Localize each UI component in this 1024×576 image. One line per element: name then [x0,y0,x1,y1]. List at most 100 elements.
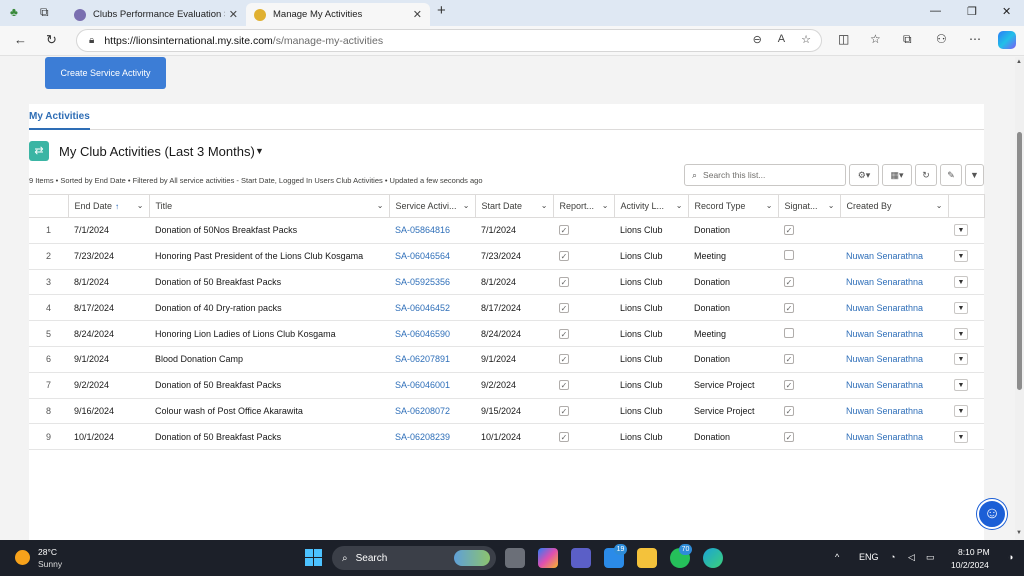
table-row[interactable]: 1 7/1/2024 Donation of 50Nos Breakfast Pac… [29,217,984,244]
teams-icon[interactable] [571,548,591,568]
create-service-activity-button[interactable]: Create Service Activity [45,57,166,89]
profile-icon[interactable]: ♣ [10,5,18,19]
address-bar[interactable]: 🔒︎ https://lionsinternational.my.site.co… [76,29,822,52]
scroll-up-icon[interactable]: ▲ [1016,59,1022,65]
sun-icon[interactable] [15,550,30,565]
cell-service-activity-link[interactable]: SA-06046001 [389,372,475,399]
close-tab-icon[interactable]: ✕ [229,8,238,21]
wifi-icon[interactable]: ◔ [890,552,895,562]
col-service-activity[interactable]: Service Activi... ⌄ [389,194,476,218]
copilot-icon[interactable] [998,31,1016,49]
volume-icon[interactable]: ◁ [908,552,915,563]
list-view-picker-icon[interactable]: ▼ [255,146,264,156]
clock-date[interactable]: 10/2/2024 [951,560,989,570]
chevron-down-icon[interactable]: ⌄ [541,201,548,210]
chevron-down-icon[interactable]: ⌄ [676,201,683,210]
col-record-type[interactable]: Record Type ⌄ [688,194,779,218]
workspaces-icon[interactable]: ⧉ [40,5,49,20]
chevron-down-icon[interactable]: ⌄ [463,201,470,210]
col-activity-level[interactable]: Activity L... ⌄ [614,194,689,218]
cell-created-by-link[interactable]: Nuwan Senarathna [840,346,948,373]
chevron-down-icon[interactable]: ⌄ [377,201,384,210]
cell-service-activity-link[interactable]: SA-06208072 [389,398,475,425]
chevron-down-icon[interactable]: ⌄ [602,201,609,210]
list-view-title[interactable]: My Club Activities (Last 3 Months) [59,144,255,159]
cell-service-activity-link[interactable]: SA-06046564 [389,243,475,270]
table-row[interactable]: 6 9/1/2024 Blood Donation Camp SA-06207891 9… [29,346,984,373]
row-action-menu-icon[interactable]: ▼ [954,224,968,237]
table-row[interactable]: 5 8/24/2024 Honoring Lion Ladies of Lions … [29,320,984,347]
close-window-icon[interactable]: ✕ [1002,5,1011,18]
refresh-icon[interactable]: ↻ [46,32,57,48]
cell-service-activity-link[interactable]: SA-06207891 [389,346,475,373]
row-action-menu-icon[interactable]: ▼ [954,430,968,443]
cell-created-by-link[interactable]: Nuwan Senarathna [840,398,948,425]
page-scrollbar[interactable]: ▲ ▼ [1015,57,1024,540]
row-action-menu-icon[interactable]: ▼ [954,250,968,263]
cell-service-activity-link[interactable]: SA-05925356 [389,269,475,296]
weather-condition[interactable]: Sunny [38,559,62,569]
windows-start-icon[interactable] [305,549,322,566]
row-action-menu-icon[interactable]: ▼ [954,379,968,392]
row-action-menu-icon[interactable]: ▼ [954,404,968,417]
taskbar-search[interactable]: ⌕ Search [332,546,496,570]
edit-list-button[interactable]: ✎ [940,164,962,186]
col-end-date[interactable]: End Date ↑ ⌄ [68,194,150,218]
col-created-by[interactable]: Created By ⌄ [840,194,949,218]
table-row[interactable]: 7 9/2/2024 Donation of 50 Breakfast Packs S… [29,372,984,399]
row-action-menu-icon[interactable]: ▼ [954,353,968,366]
copilot-app-icon[interactable] [538,548,558,568]
cell-created-by-link[interactable]: Nuwan Senarathna [840,294,948,322]
task-view-icon[interactable] [505,548,525,568]
close-tab-icon[interactable]: ✕ [413,8,422,21]
more-options-icon[interactable]: ⋯ [969,32,981,46]
chevron-down-icon[interactable]: ⌄ [828,201,835,210]
chevron-down-icon[interactable]: ⌄ [766,201,773,210]
filter-button[interactable]: ▼ [965,164,984,186]
row-action-menu-icon[interactable]: ▼ [954,327,968,340]
file-explorer-icon[interactable] [637,548,657,568]
refresh-list-button[interactable]: ↻ [915,164,937,186]
notifications-icon[interactable]: ◑ [1008,552,1013,562]
table-row[interactable]: 8 9/16/2024 Colour wash of Post Office Aka… [29,398,984,425]
tab-manage-activities[interactable]: Manage My Activities ✕ [246,3,430,26]
minimize-icon[interactable]: — [930,5,941,17]
weather-temperature[interactable]: 28°C [38,547,57,557]
edge-icon[interactable] [703,548,723,568]
cell-service-activity-link[interactable]: SA-06046590 [389,320,475,347]
collections-icon[interactable]: ⧉ [903,32,912,47]
battery-icon[interactable]: ▭ [926,552,935,563]
tab-clubs-performance[interactable]: Clubs Performance Evaluation Sys ✕ [66,3,246,26]
col-reported[interactable]: Report... ⌄ [553,194,615,218]
list-settings-button[interactable]: ⚙▾ [849,164,879,186]
favorites-icon[interactable]: ☆ [870,32,881,46]
favorite-star-icon[interactable]: ☆ [801,33,811,46]
search-list-input[interactable]: ⌕ Search this list... [684,164,846,186]
table-row[interactable]: 9 10/1/2024 Donation of 50 Breakfast Packs… [29,423,984,451]
cell-created-by-link[interactable]: Nuwan Senarathna [840,372,948,399]
table-row[interactable]: 2 7/23/2024 Honoring Past President of the… [29,243,984,270]
maximize-icon[interactable]: ❐ [967,5,977,18]
chevron-down-icon[interactable]: ⌄ [936,201,943,210]
cell-service-activity-link[interactable]: SA-05864816 [389,217,475,244]
chevron-up-icon[interactable]: ^ [835,552,839,562]
accessibility-button[interactable]: ☺ [977,499,1007,529]
new-tab-icon[interactable]: + [437,2,446,19]
col-start-date[interactable]: Start Date ⌄ [475,194,554,218]
cell-created-by-link[interactable]: Nuwan Senarathna [840,423,948,451]
language-indicator[interactable]: ENG [859,552,879,562]
table-row[interactable]: 4 8/17/2024 Donation of 40 Dry-ration pack… [29,294,984,322]
col-title[interactable]: Title ⌄ [149,194,390,218]
read-aloud-icon[interactable]: A [778,33,785,46]
scroll-down-icon[interactable]: ▼ [1016,530,1022,536]
back-icon[interactable]: ← [14,32,27,47]
clock-time[interactable]: 8:10 PM [958,547,990,557]
scrollbar-thumb[interactable] [1017,132,1022,390]
display-as-button[interactable]: ▦▾ [882,164,912,186]
col-signature[interactable]: Signat... ⌄ [778,194,841,218]
cell-service-activity-link[interactable]: SA-06208239 [389,423,475,451]
extensions-icon[interactable]: ⚇ [936,32,947,46]
table-row[interactable]: 3 8/1/2024 Donation of 50 Breakfast Packs S… [29,269,984,296]
tab-my-activities[interactable]: My Activities [29,111,90,130]
cell-created-by-link[interactable] [840,217,948,244]
